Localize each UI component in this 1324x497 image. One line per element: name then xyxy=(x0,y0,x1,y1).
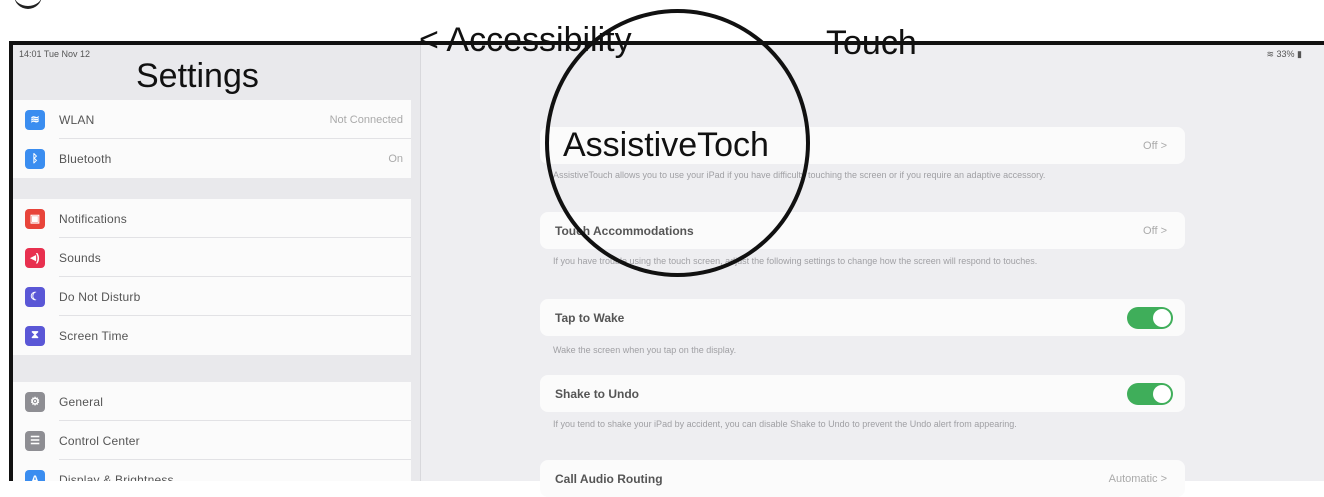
shake-to-undo-label: Shake to Undo xyxy=(555,387,640,401)
sidebar-item-wlan[interactable]: ≋ WLAN Not Connected xyxy=(13,100,411,139)
sidebar-item-label: Notifications xyxy=(59,211,127,226)
status-time: 14:01 Tue Nov 12 xyxy=(19,49,91,59)
sidebar-item-label: Control Center xyxy=(59,433,140,448)
sidebar-item-display-brightness[interactable]: A Display & Brightness xyxy=(13,460,411,481)
sidebar-group-general: ⚙ General ☰ Control Center A Display & B… xyxy=(13,382,411,481)
sidebar-item-do-not-disturb[interactable]: ☾ Do Not Disturb xyxy=(13,277,411,316)
call-audio-routing-value: Automatic > xyxy=(1108,473,1167,485)
assistive-touch-annotation: AssistiveToch xyxy=(563,126,769,164)
tap-to-wake-label: Tap to Wake xyxy=(555,311,625,325)
sidebar-item-label: Sounds xyxy=(59,250,101,265)
sidebar-item-sounds[interactable]: ◂) Sounds xyxy=(13,238,411,277)
sidebar-item-notifications[interactable]: ▣ Notifications xyxy=(13,199,411,238)
bluetooth-icon: ᛒ xyxy=(25,148,45,169)
moon-icon: ☾ xyxy=(25,286,45,307)
touch-accommodations-row[interactable]: Touch Accommodations Off > xyxy=(540,212,1185,249)
sidebar-item-label: Screen Time xyxy=(59,328,129,343)
sidebar-item-value: Not Connected xyxy=(329,113,403,126)
cropped-marker xyxy=(14,0,42,9)
touch-accommodations-label: Touch Accommodations xyxy=(555,224,694,238)
sidebar-item-general[interactable]: ⚙ General xyxy=(13,382,411,421)
sidebar-item-label: Bluetooth xyxy=(59,151,112,166)
wifi-icon: ≋ xyxy=(25,109,45,130)
page-title: Touch xyxy=(826,24,917,62)
call-audio-routing-row[interactable]: Call Audio Routing Automatic > xyxy=(540,460,1185,497)
call-audio-routing-label: Call Audio Routing xyxy=(555,472,663,486)
settings-title: Settings xyxy=(136,57,259,95)
sidebar-item-label: WLAN xyxy=(59,112,95,127)
notifications-icon: ▣ xyxy=(25,208,45,229)
tap-to-wake-row: Tap to Wake xyxy=(540,299,1185,336)
settings-sidebar: 14:01 Tue Nov 12 Settings ≋ WLAN Not Con… xyxy=(13,45,421,481)
sidebar-item-screen-time[interactable]: ⧗ Screen Time xyxy=(13,316,411,355)
back-button[interactable]: < Accessibility xyxy=(419,21,632,60)
assistive-touch-value: Off > xyxy=(1143,140,1167,152)
touch-accommodations-footer: If you have trouble using the touch scre… xyxy=(553,256,1038,266)
status-battery: ≋ 33% ▮ xyxy=(1266,49,1302,59)
shake-to-undo-toggle[interactable] xyxy=(1127,383,1173,405)
assistive-touch-footer: AssistiveTouch allows you to use your iP… xyxy=(553,170,1046,180)
sidebar-item-control-center[interactable]: ☰ Control Center xyxy=(13,421,411,460)
sidebar-item-value: On xyxy=(388,152,403,165)
sidebar-group-connectivity: ≋ WLAN Not Connected ᛒ Bluetooth On xyxy=(13,100,411,178)
sidebar-item-label: Do Not Disturb xyxy=(59,289,141,304)
shake-to-undo-footer: If you tend to shake your iPad by accide… xyxy=(553,419,1017,429)
tap-to-wake-toggle[interactable] xyxy=(1127,307,1173,329)
shake-to-undo-row: Shake to Undo xyxy=(540,375,1185,412)
gear-icon: ⚙ xyxy=(25,391,45,412)
display-icon: A xyxy=(25,469,45,481)
tap-to-wake-footer: Wake the screen when you tap on the disp… xyxy=(553,345,737,355)
hourglass-icon: ⧗ xyxy=(25,325,45,346)
touch-accommodations-value: Off > xyxy=(1143,225,1167,237)
sidebar-group-notifications: ▣ Notifications ◂) Sounds ☾ Do Not Distu… xyxy=(13,199,411,355)
control-center-icon: ☰ xyxy=(25,430,45,451)
sidebar-item-bluetooth[interactable]: ᛒ Bluetooth On xyxy=(13,139,411,178)
sounds-icon: ◂) xyxy=(25,247,45,268)
sidebar-item-label: General xyxy=(59,394,104,409)
